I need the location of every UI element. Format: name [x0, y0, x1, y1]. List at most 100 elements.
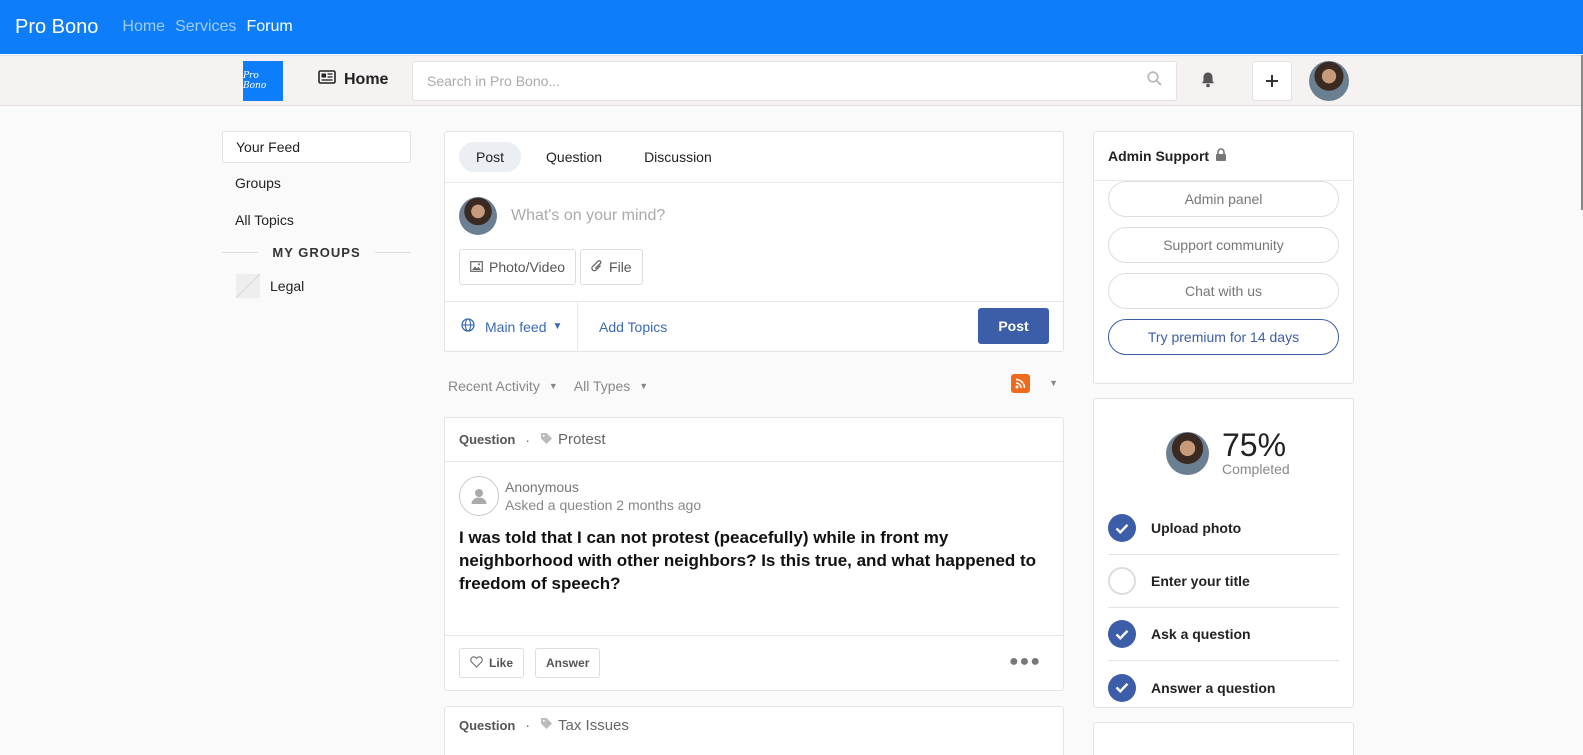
tab-question[interactable]: Question	[529, 142, 619, 172]
author-info: Anonymous Asked a question 2 months ago	[505, 479, 701, 513]
attachment-row: Photo/Video File	[445, 235, 1063, 285]
check-circle-icon	[1108, 620, 1136, 648]
composer-tabs: Post Question Discussion	[445, 132, 1063, 183]
home-link[interactable]: Home	[318, 70, 388, 89]
caret-down-icon: ▼	[548, 381, 558, 391]
answer-button[interactable]: Answer	[535, 648, 601, 678]
globe-icon	[461, 318, 475, 335]
step-label: Upload photo	[1151, 520, 1242, 536]
topic-link[interactable]: Protest	[558, 431, 606, 448]
question-header: Question · Protest	[445, 418, 1063, 462]
activity-filter[interactable]: Recent Activity ▼	[448, 378, 558, 394]
file-button[interactable]: File	[580, 249, 643, 285]
rss-icon[interactable]	[1011, 374, 1030, 393]
photo-video-button[interactable]: Photo/Video	[459, 249, 577, 285]
newspaper-icon	[318, 70, 336, 89]
post-button[interactable]: Post	[978, 308, 1049, 344]
feed-label: Main feed	[485, 318, 547, 335]
bell-icon[interactable]	[1201, 71, 1215, 93]
compose-input[interactable]: What's on your mind?	[511, 207, 665, 225]
types-filter-label: All Types	[573, 378, 631, 394]
progress-avatar	[1166, 431, 1209, 475]
tab-post[interactable]: Post	[459, 142, 522, 172]
my-groups-heading: MY GROUPS	[222, 245, 411, 260]
activity-filter-label: Recent Activity	[448, 378, 540, 394]
search-input[interactable]	[427, 73, 1147, 89]
post-composer: Post Question Discussion What's on your …	[444, 131, 1064, 352]
sidebar-item-all-topics[interactable]: All Topics	[222, 205, 411, 237]
brand-link[interactable]: Pro Bono	[15, 16, 98, 39]
create-button[interactable]	[1252, 61, 1292, 101]
add-topics-link[interactable]: Add Topics	[599, 319, 667, 335]
post-meta: Asked a question 2 months ago	[505, 497, 702, 513]
progress-summary: 75% Completed	[1094, 399, 1353, 477]
like-button[interactable]: Like	[459, 648, 525, 678]
admin-support-title: Admin Support	[1108, 148, 1210, 164]
user-avatar[interactable]	[1309, 61, 1349, 101]
nav-home[interactable]: Home	[122, 18, 165, 36]
caret-down-icon: ▼	[552, 321, 563, 332]
sidebar-item-your-feed[interactable]: Your Feed	[222, 131, 411, 163]
divider	[374, 252, 411, 253]
separator-dot: ·	[525, 717, 531, 733]
step-ask-question[interactable]: Ask a question	[1108, 608, 1339, 661]
question-card: Question · Tax Issues	[444, 706, 1064, 755]
composer-footer: Main feed ▼ Add Topics Post	[445, 301, 1063, 351]
progress-text: 75% Completed	[1222, 429, 1290, 477]
nav-forum[interactable]: Forum	[246, 18, 292, 36]
step-label: Enter your title	[1151, 573, 1250, 589]
try-premium-button[interactable]: Try premium for 14 days	[1108, 319, 1339, 355]
check-circle-icon	[1108, 514, 1136, 542]
top-navbar: Pro Bono Home Services Forum	[0, 0, 1583, 54]
question-author: Anonymous Asked a question 2 months ago	[445, 462, 1063, 516]
composer-avatar	[459, 197, 497, 235]
profile-progress-card: 75% Completed Upload photo Enter your ti…	[1093, 398, 1354, 708]
divider	[222, 252, 259, 253]
progress-percent: 75%	[1222, 427, 1287, 463]
heart-icon	[470, 655, 483, 671]
question-actions: Like Answer ●●●	[445, 635, 1063, 690]
sidebar-item-groups[interactable]: Groups	[222, 168, 411, 200]
question-header: Question · Tax Issues	[445, 707, 1063, 743]
step-answer-question[interactable]: Answer a question	[1108, 661, 1339, 714]
compose-row: What's on your mind?	[445, 183, 1063, 235]
author-name: Anonymous	[505, 479, 579, 495]
left-sidebar: Your Feed Groups All Topics MY GROUPS Le…	[222, 131, 411, 298]
file-label: File	[609, 259, 632, 275]
tag-icon	[540, 717, 553, 733]
search-icon[interactable]	[1147, 71, 1162, 91]
image-icon	[470, 259, 483, 275]
post-type: Question	[459, 432, 516, 447]
step-enter-title[interactable]: Enter your title	[1108, 555, 1339, 608]
step-upload-photo[interactable]: Upload photo	[1108, 502, 1339, 555]
feed-filters: Recent Activity ▼ All Types ▼ ▼	[448, 374, 1064, 396]
post-type: Question	[459, 717, 516, 733]
progress-checklist: Upload photo Enter your title Ask a ques…	[1094, 477, 1353, 714]
more-options-icon[interactable]: ●●●	[1009, 653, 1041, 671]
step-label: Answer a question	[1151, 679, 1276, 696]
step-label: Ask a question	[1151, 626, 1251, 642]
nav-services[interactable]: Services	[175, 18, 236, 36]
question-card: Question · Protest Anonymous Asked a que…	[444, 417, 1064, 691]
forum-header: Pro Bono Home	[0, 55, 1583, 106]
home-label: Home	[344, 70, 389, 88]
like-label: Like	[489, 656, 514, 670]
admin-panel-button[interactable]: Admin panel	[1108, 181, 1339, 217]
admin-support-header: Admin Support	[1094, 132, 1353, 181]
tag-icon	[540, 432, 553, 448]
tab-discussion[interactable]: Discussion	[627, 142, 729, 172]
photo-video-label: Photo/Video	[489, 259, 566, 275]
chat-with-us-button[interactable]: Chat with us	[1108, 273, 1339, 309]
types-filter[interactable]: All Types ▼	[574, 378, 648, 394]
feed-select[interactable]: Main feed ▼	[445, 302, 578, 351]
group-thumbnail	[236, 274, 260, 298]
topic-link[interactable]: Tax Issues	[558, 717, 629, 734]
caret-down-icon: ▼	[639, 381, 649, 391]
question-title[interactable]: I was told that I can not protest (peace…	[445, 516, 1063, 595]
rss-menu-caret-icon[interactable]: ▼	[1049, 378, 1058, 388]
anonymous-avatar	[459, 476, 499, 516]
sidebar-group-legal[interactable]: Legal	[222, 274, 411, 298]
support-community-button[interactable]: Support community	[1108, 227, 1339, 263]
my-groups-label: MY GROUPS	[272, 245, 361, 260]
site-logo[interactable]: Pro Bono	[243, 61, 283, 101]
